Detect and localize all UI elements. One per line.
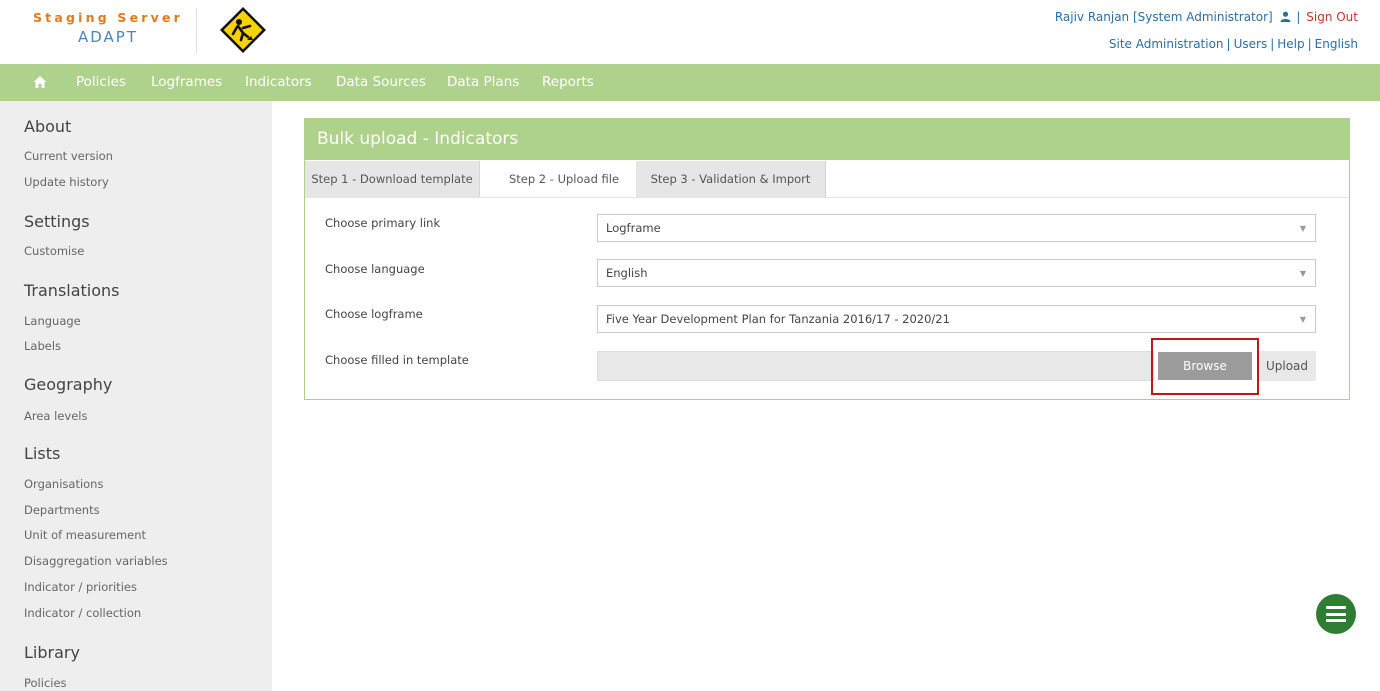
tab-step-2-upload-file[interactable]: Step 2 - Upload file xyxy=(499,161,629,197)
nav-policies[interactable]: Policies xyxy=(76,64,126,101)
sidebar-item-area-levels[interactable]: Area levels xyxy=(24,409,87,423)
tab-step-3-validation-import[interactable]: Step 3 - Validation & Import xyxy=(636,161,826,197)
sidebar-item-language[interactable]: Language xyxy=(24,314,81,328)
tab-step-1-download-template[interactable]: Step 1 - Download template xyxy=(305,161,480,197)
sign-out-link[interactable]: Sign Out xyxy=(1306,10,1358,24)
language-label: Choose language xyxy=(325,262,425,276)
browse-highlight-box xyxy=(1151,338,1259,395)
bulk-upload-panel: Bulk upload - Indicators Step 1 - Downlo… xyxy=(304,118,1350,400)
sidebar-item-labels[interactable]: Labels xyxy=(24,339,61,353)
user-name[interactable]: Rajiv Ranjan [System Administrator] xyxy=(1055,10,1273,24)
sidebar-item-indicator-priorities[interactable]: Indicator / priorities xyxy=(24,580,137,594)
brand-server-label: Staging Server xyxy=(32,10,184,25)
primary-link-select[interactable]: Logframe ▼ xyxy=(597,214,1316,242)
sidebar: About Current version Update history Set… xyxy=(0,101,272,691)
main-nav: Policies Logframes Indicators Data Sourc… xyxy=(0,64,1380,101)
sidebar-item-current-version[interactable]: Current version xyxy=(24,149,113,163)
template-label: Choose filled in template xyxy=(325,353,469,367)
dropdown-caret-icon: ▼ xyxy=(1299,315,1306,324)
panel-header: Bulk upload - Indicators xyxy=(305,119,1349,160)
primary-link-value: Logframe xyxy=(606,221,661,235)
sidebar-heading-about: About xyxy=(24,117,72,136)
logframe-value: Five Year Development Plan for Tanzania … xyxy=(606,312,950,326)
dropdown-caret-icon: ▼ xyxy=(1299,224,1306,233)
sidebar-item-update-history[interactable]: Update history xyxy=(24,175,109,189)
sidebar-heading-lists: Lists xyxy=(24,444,61,463)
brand-divider xyxy=(196,8,197,54)
sidebar-heading-library: Library xyxy=(24,643,80,662)
sidebar-item-customise[interactable]: Customise xyxy=(24,244,84,258)
language-value: English xyxy=(606,266,648,280)
site-administration-link[interactable]: Site Administration xyxy=(1109,37,1224,51)
language-link[interactable]: English xyxy=(1315,37,1358,51)
sidebar-heading-translations: Translations xyxy=(24,281,120,300)
header: Staging Server ADAPT Rajiv Ranjan [Syste… xyxy=(0,0,1380,64)
help-link[interactable]: Help xyxy=(1277,37,1304,51)
sidebar-item-disaggregation-variables[interactable]: Disaggregation variables xyxy=(24,554,168,568)
nav-logframes[interactable]: Logframes xyxy=(151,64,222,101)
construction-warning-icon xyxy=(220,7,266,53)
page-title: Bulk upload - Indicators xyxy=(317,129,519,149)
sidebar-item-library-policies[interactable]: Policies xyxy=(24,676,67,690)
menu-icon[interactable] xyxy=(1316,594,1356,634)
user-icon xyxy=(1280,11,1291,22)
sidebar-item-departments[interactable]: Departments xyxy=(24,503,100,517)
home-icon[interactable] xyxy=(33,75,47,89)
nav-data-sources[interactable]: Data Sources xyxy=(336,64,426,101)
sidebar-item-unit-of-measurement[interactable]: Unit of measurement xyxy=(24,528,146,542)
tabs-divider xyxy=(305,197,1349,198)
template-file-input[interactable] xyxy=(597,351,1154,381)
user-bar: Rajiv Ranjan [System Administrator] | Si… xyxy=(1054,10,1358,24)
top-links: Site Administration | Users | Help | English xyxy=(1108,37,1358,51)
brand-logo[interactable]: Staging Server ADAPT xyxy=(20,10,196,46)
nav-data-plans[interactable]: Data Plans xyxy=(447,64,519,101)
upload-button[interactable]: Upload xyxy=(1258,351,1316,381)
sidebar-item-indicator-collection[interactable]: Indicator / collection xyxy=(24,606,141,620)
dropdown-caret-icon: ▼ xyxy=(1299,269,1306,278)
users-link[interactable]: Users xyxy=(1234,37,1268,51)
brand-app-name: ADAPT xyxy=(77,28,139,46)
nav-indicators[interactable]: Indicators xyxy=(245,64,312,101)
language-select[interactable]: English ▼ xyxy=(597,259,1316,287)
nav-reports[interactable]: Reports xyxy=(542,64,594,101)
primary-link-label: Choose primary link xyxy=(325,216,441,230)
logframe-label: Choose logframe xyxy=(325,307,423,321)
sidebar-item-organisations[interactable]: Organisations xyxy=(24,477,103,491)
sidebar-heading-geography: Geography xyxy=(24,375,113,394)
sidebar-heading-settings: Settings xyxy=(24,212,90,231)
logframe-select[interactable]: Five Year Development Plan for Tanzania … xyxy=(597,305,1316,333)
